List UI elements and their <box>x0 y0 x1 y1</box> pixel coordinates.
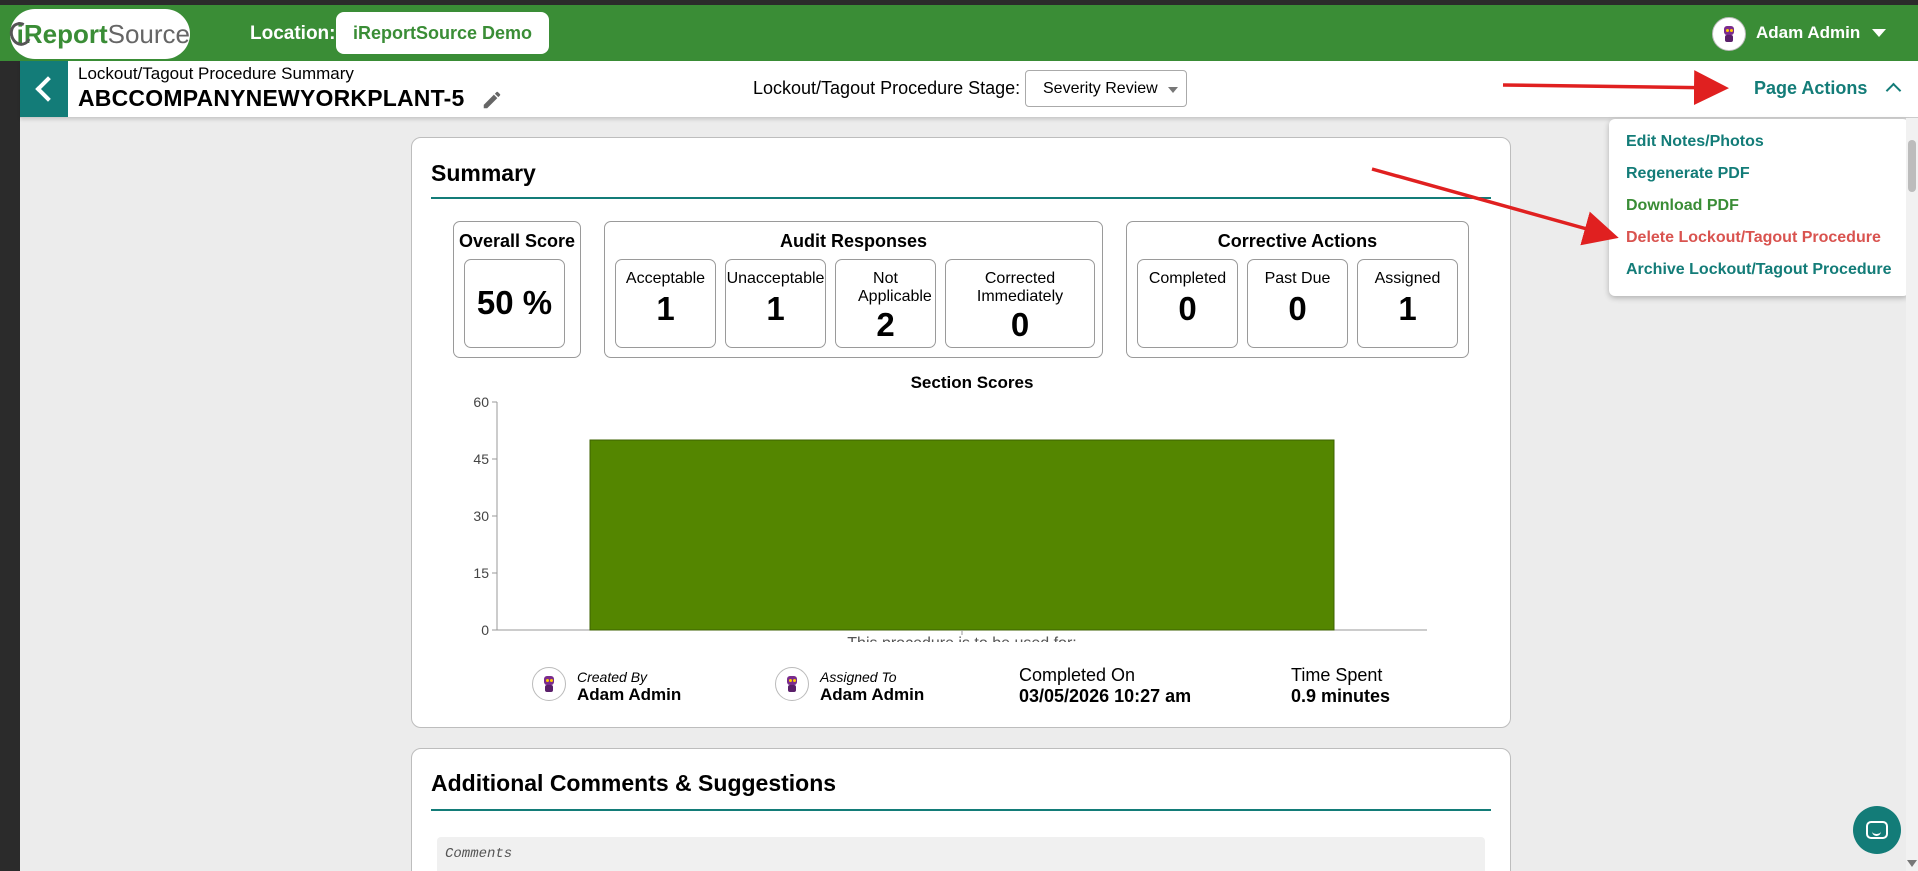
created-by: Created By Adam Admin <box>577 669 681 705</box>
logo-report: Report <box>23 18 108 49</box>
bar <box>589 439 1335 631</box>
metric-value: 1 <box>766 290 785 327</box>
metric-not-applicable: Not Applicable 2 <box>835 259 936 348</box>
page-subtitle: Lockout/Tagout Procedure Summary <box>78 64 354 83</box>
comments-divider <box>431 809 1491 811</box>
location-selector-button[interactable]: iReportSource Demo <box>336 12 549 54</box>
robot-avatar-icon <box>785 674 799 694</box>
page-header: Lockout/Tagout Procedure Summary ABCCOMP… <box>20 61 1918 118</box>
summary-divider <box>431 197 1491 199</box>
comments-title: Additional Comments & Suggestions <box>431 770 837 796</box>
page-scrollbar[interactable] <box>1906 118 1918 871</box>
metric-acceptable: Acceptable 1 <box>615 259 716 348</box>
menu-item-delete-procedure[interactable]: Delete Lockout/Tagout Procedure <box>1626 229 1881 247</box>
assigned-to: Assigned To Adam Admin <box>820 669 924 705</box>
assigned-to-value: Adam Admin <box>820 685 925 704</box>
created-by-value: Adam Admin <box>577 685 682 704</box>
chevron-left-icon <box>35 76 61 102</box>
top-navigation-bar: i Report Source Location: iReportSource De… <box>0 5 1918 61</box>
metric-unacceptable: Unacceptable 1 <box>725 259 826 348</box>
ireportsource-logo[interactable]: i Report Source <box>6 9 190 59</box>
chat-support-button[interactable] <box>1853 806 1901 854</box>
edit-pencil-icon[interactable] <box>481 89 503 111</box>
time-spent-value: 0.9 minutes <box>1291 686 1391 706</box>
y-tick-label: 0 <box>481 622 489 638</box>
metric-value: 0 <box>1178 290 1197 327</box>
created-by-label: Created By <box>577 669 648 685</box>
audit-responses-group: Audit Responses Acceptable 1 Unacceptabl… <box>604 221 1103 358</box>
overall-score-value: 50 % <box>476 284 553 321</box>
user-avatar[interactable] <box>1712 17 1746 51</box>
robot-avatar-icon <box>1722 24 1736 44</box>
audit-responses-title: Audit Responses <box>779 231 928 251</box>
time-spent-label: Time Spent <box>1291 665 1383 685</box>
metric-value: 0 <box>1288 290 1307 327</box>
overall-score-label: Overall Score <box>458 231 576 251</box>
menu-item-download-pdf[interactable]: Download PDF <box>1626 197 1739 215</box>
comments-placeholder: Comments <box>445 846 513 862</box>
page-actions-menu: Edit Notes/Photos Regenerate PDF Downloa… <box>1609 119 1909 296</box>
comments-textarea[interactable]: Comments <box>437 837 1485 871</box>
metric-label: Past Due <box>1264 270 1331 287</box>
metric-assigned: Assigned 1 <box>1357 259 1458 348</box>
metric-label: Corrected Immediately <box>976 270 1064 305</box>
menu-item-regenerate-pdf[interactable]: Regenerate PDF <box>1626 165 1750 183</box>
stage-label: Lockout/Tagout Procedure Stage: <box>753 78 1021 98</box>
y-tick-label: 45 <box>473 451 489 467</box>
y-tick-label: 15 <box>473 565 489 581</box>
metric-label: Assigned <box>1374 270 1441 287</box>
logo-source: Source <box>107 18 190 49</box>
metric-value: 0 <box>1010 306 1030 343</box>
metric-label: Not Applicable <box>858 270 932 305</box>
page-actions-button[interactable]: Page Actions <box>1754 78 1867 99</box>
metric-label: Acceptable <box>625 270 706 287</box>
location-label: Location: <box>250 23 336 44</box>
metric-label: Unacceptable <box>726 270 825 287</box>
stage-select[interactable]: Severity Review <box>1025 70 1187 107</box>
metric-value: 2 <box>876 306 895 343</box>
corrective-actions-title: Corrective Actions <box>1217 231 1378 251</box>
back-button[interactable] <box>20 61 68 117</box>
x-tick-label: This procedure is to be used for: <box>847 635 1076 642</box>
scroll-down-arrow-icon[interactable] <box>1907 860 1917 867</box>
assigned-to-label: Assigned To <box>820 669 897 685</box>
left-edge <box>0 0 20 871</box>
user-menu-caret-icon[interactable] <box>1872 29 1886 37</box>
overall-score-box: 50 % <box>464 259 565 348</box>
metric-corrected-immediately: Corrected Immediately 0 <box>945 259 1095 348</box>
assignee-avatar <box>775 667 809 701</box>
overall-score-group: Overall Score 50 % <box>453 221 581 358</box>
metric-value: 1 <box>656 290 675 327</box>
scrollbar-thumb[interactable] <box>1908 140 1916 192</box>
page-title: ABCCOMPANYNEWYORKPLANT-5 <box>78 85 465 111</box>
corrective-actions-group: Corrective Actions Completed 0 Past Due … <box>1126 221 1469 358</box>
completed-on-value: 03/05/2026 10:27 am <box>1019 686 1192 706</box>
section-scores-chart: Section Scores 0 15 30 45 60 This procedure is… <box>473 373 1427 642</box>
chevron-up-icon[interactable] <box>1885 82 1902 99</box>
stage-select-value: Severity Review <box>1043 80 1158 97</box>
time-spent: Time Spent 0.9 minutes <box>1291 665 1390 707</box>
metric-past-due: Past Due 0 <box>1247 259 1348 348</box>
y-tick-label: 30 <box>473 508 489 524</box>
metric-label: Completed <box>1148 270 1227 287</box>
metric-value: 1 <box>1398 290 1417 327</box>
metric-completed: Completed 0 <box>1137 259 1238 348</box>
menu-item-archive-procedure[interactable]: Archive Lockout/Tagout Procedure <box>1626 261 1892 279</box>
completed-on-label: Completed On <box>1019 665 1136 685</box>
completed-on: Completed On 03/05/2026 10:27 am <box>1019 665 1191 707</box>
summary-title: Summary <box>431 160 536 186</box>
select-caret-icon <box>1168 87 1178 93</box>
menu-item-edit-notes-photos[interactable]: Edit Notes/Photos <box>1626 133 1764 151</box>
chat-icon <box>1866 821 1888 839</box>
chart-title: Section Scores <box>911 373 1034 392</box>
user-menu-name[interactable]: Adam Admin <box>1756 23 1860 43</box>
y-tick-label: 60 <box>473 394 489 410</box>
creator-avatar <box>532 667 566 701</box>
robot-avatar-icon <box>542 674 556 694</box>
